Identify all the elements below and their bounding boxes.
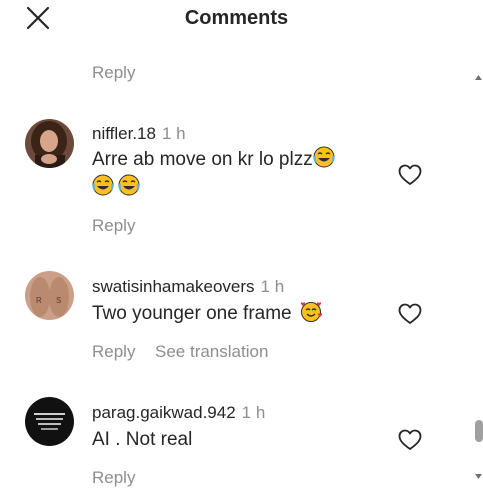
scroll-up-arrow-icon[interactable] [474,68,483,80]
comments-header: Comments [0,0,483,40]
heart-icon[interactable] [398,164,422,186]
reply-button[interactable]: Reply [92,216,135,236]
comment-body: Arre ab move on kr lo plzz [92,149,313,170]
svg-text:R: R [36,296,42,305]
smiling-face-with-hearts-icon [300,300,322,322]
comment-emoji-line [92,172,140,203]
comment-body: AI . Not real [92,429,193,450]
scroll-thumb[interactable] [475,420,483,442]
comment-username[interactable]: niffler.18 1 h [92,124,186,144]
page-title: Comments [184,7,289,29]
scroll-down-arrow-icon[interactable] [474,468,483,479]
username-text[interactable]: swatisinhamakeovers [92,277,255,296]
comment-username[interactable]: swatisinhamakeovers 1 h [92,277,284,297]
reply-button[interactable]: Reply [92,63,135,83]
tears-of-joy-emoji-icon [92,174,114,196]
username-text[interactable]: parag.gaikwad.942 [92,403,236,422]
tears-of-joy-emoji-icon [313,146,335,168]
reply-button[interactable]: Reply [92,342,135,362]
comment-username[interactable]: parag.gaikwad.942 1 h [92,403,265,423]
comment-time: 1 h [260,277,285,296]
username-text[interactable]: niffler.18 [92,124,156,143]
comment-text: Two younger one frame [92,298,322,329]
comment-body: Two younger one frame [92,303,292,324]
heart-icon[interactable] [398,303,422,325]
avatar[interactable] [25,397,74,446]
avatar[interactable] [25,119,74,168]
comment-text: AI . Not real [92,424,192,455]
heart-icon[interactable] [398,429,422,451]
reply-button[interactable]: Reply [92,468,135,488]
comment-time: 1 h [241,403,266,422]
comment-text: Arre ab move on kr lo plzz [92,144,335,175]
tears-of-joy-emoji-icon [118,174,140,196]
see-translation-button[interactable]: See translation [155,342,268,362]
scrollbar[interactable] [474,68,483,479]
comment-time: 1 h [161,124,186,143]
svg-text:S: S [56,296,61,305]
avatar[interactable]: R S [25,271,74,320]
